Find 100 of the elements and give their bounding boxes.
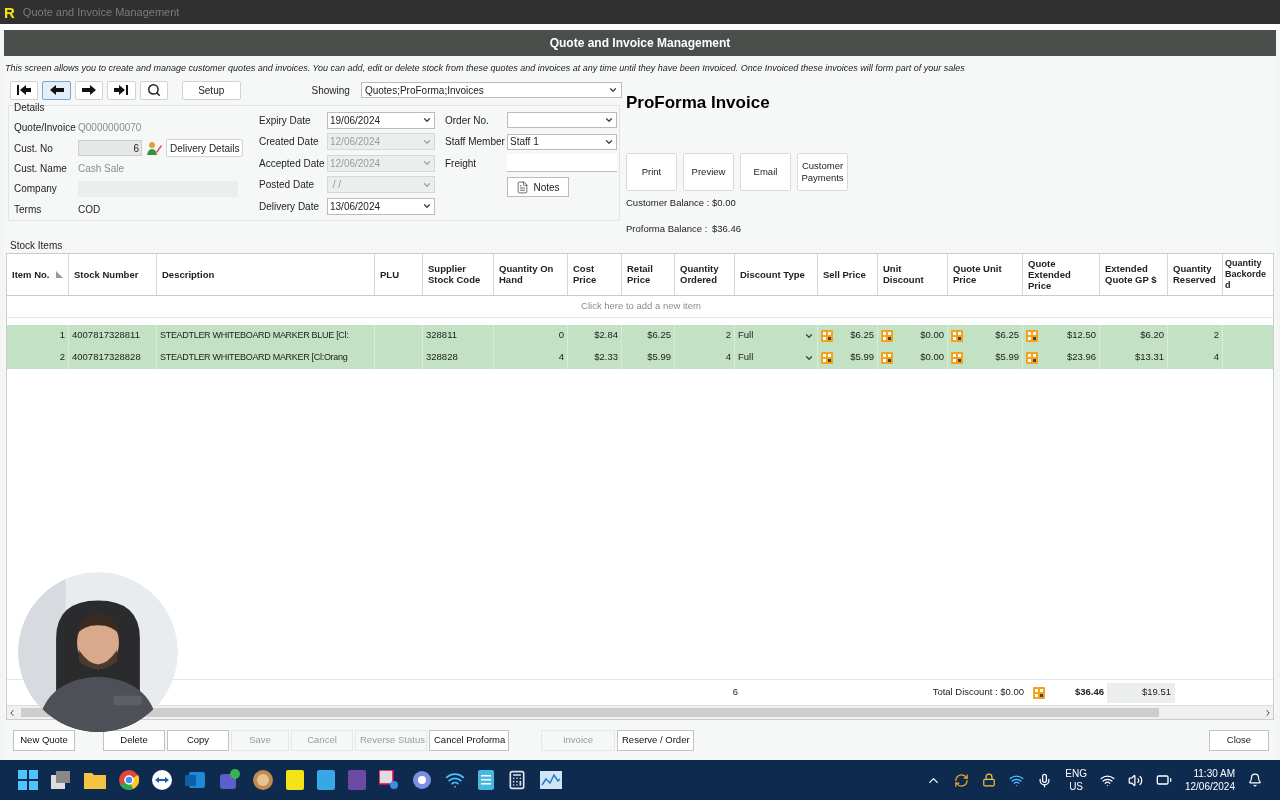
column-header[interactable]: Stock Number [69,253,157,295]
field-label: Company [14,182,58,197]
first-record-icon [16,84,33,96]
wifi-icon[interactable] [1009,772,1025,788]
mail-app-icon[interactable] [185,770,205,790]
column-header[interactable]: Cost Price [568,253,622,295]
showing-dropdown[interactable]: Quotes;ProForma;Invoices [360,82,622,98]
action-button[interactable]: Print [626,153,677,191]
window-title: Quote and Invoice Management [22,4,180,20]
field-label: Quote/Invoice [14,121,77,136]
calculator-app-icon[interactable] [507,770,527,790]
freight-field[interactable] [507,154,617,173]
wifi-app-icon[interactable] [445,770,465,790]
dropdown-field[interactable] [507,112,617,129]
column-header[interactable]: Extended Quote GP $ [1100,253,1168,295]
column-header[interactable]: Quantity Reserved [1168,253,1223,295]
column-header[interactable]: Supplier Stock Code [423,253,494,295]
calculator-icon[interactable] [1033,686,1045,699]
field-label: Order No. [445,113,490,128]
footer-button[interactable]: Cancel Proforma [429,729,509,751]
calculator-icon[interactable] [881,329,893,342]
column-header[interactable]: Item No. [7,253,69,295]
browser-icon[interactable] [119,770,139,790]
task-view-icon[interactable] [51,771,71,789]
add-item-row[interactable]: Click here to add a new item [7,295,1273,318]
action-button[interactable]: Email [740,153,791,191]
snipping-tool-icon[interactable] [379,770,399,790]
balance-label: Customer Balance : [626,196,711,210]
document-title: ProForma Invoice [626,91,771,114]
column-header[interactable]: PLU [375,253,423,295]
total-quantity: 6 [731,685,739,700]
footer-button[interactable]: Reserve / Order [617,729,694,751]
folder-icon[interactable] [84,771,106,789]
customer-lookup-icon[interactable] [146,140,162,157]
notepad-icon[interactable] [478,770,494,790]
column-header[interactable]: Quantity On Hand [494,253,568,295]
table-cell: 4007817328828 [69,346,157,369]
horizontal-scrollbar[interactable] [7,705,1273,719]
nav-button[interactable] [139,80,168,100]
language-indicator[interactable]: ENG US [1065,767,1087,793]
column-header[interactable]: Discount Type [735,253,818,295]
field-label: Expiry Date [259,113,312,128]
table-cell: Full [735,346,818,369]
nav-button[interactable] [74,80,104,100]
column-header[interactable]: Quote Unit Price [948,253,1023,295]
date-dropdown[interactable]: 19/06/2024 [327,111,435,129]
calculator-icon[interactable] [881,351,893,364]
monitor-chart-icon[interactable] [540,771,562,789]
sync-icon[interactable] [954,772,970,788]
notes-button[interactable]: Notes [507,177,569,197]
footer-button[interactable]: Delete [103,729,165,751]
column-header[interactable]: Quantity Backorde d [1223,253,1273,295]
field-label: Posted Date [259,178,316,193]
microphone-icon[interactable] [1037,772,1053,788]
table-cell: $6.25 [622,324,675,347]
scroll-right-icon[interactable] [1263,707,1273,718]
battery-icon[interactable] [1155,772,1172,788]
table-cell: $6.25 [818,324,878,347]
details-heading: Details [14,100,45,115]
column-header[interactable]: Unit Discount [878,253,948,295]
footer-button[interactable]: Copy [167,729,229,751]
remote-desktop-icon[interactable] [152,770,172,790]
stock-item-row[interactable]: 2 4007817328828 STEADTLER WHITEBOARD MARKER [Cl:Orang 328828 4 $2.33 $5.99 4 Full $5.99 $0.00 $5.99 $23.96 $13.31 4 [7,346,1273,369]
nav-button[interactable] [42,80,71,100]
column-header[interactable]: Quote Extended Price [1023,253,1100,295]
column-header[interactable]: Description [157,253,375,295]
dropdown-field[interactable]: Staff 1 [507,133,617,150]
column-header[interactable]: Retail Price [622,253,675,295]
column-header[interactable]: Sell Price [818,253,878,295]
network-icon[interactable] [1099,772,1115,788]
chat-app-icon[interactable] [218,769,240,791]
calculator-icon[interactable] [1026,329,1038,342]
calculator-icon[interactable] [1026,351,1038,364]
setup-button[interactable]: Setup [181,80,241,100]
nav-button[interactable] [107,80,136,100]
action-button[interactable]: Preview [683,153,734,191]
field-label: Terms [14,202,43,217]
volume-icon[interactable] [1127,772,1143,788]
app-logo: R [4,4,15,20]
start-icon[interactable] [18,770,38,790]
action-button[interactable]: Customer Payments [797,153,848,191]
field-value: Q0000000070 [78,121,142,136]
notification-icon[interactable] [1248,773,1262,787]
close-button[interactable]: Close [1209,729,1269,751]
calculator-icon[interactable] [821,351,833,364]
stock-items-heading: Stock Items [10,238,64,253]
nav-button[interactable] [10,80,39,100]
lock-icon[interactable] [982,773,997,787]
stock-item-row[interactable]: 1 4007817328811 STEADTLER WHITEBOARD MARKER BLUE [Cl: 328811 0 $2.84 $6.25 2 Full $6.25 $0.00 $6.25 $12.50 $6.20 2 [7,324,1273,347]
calculator-icon[interactable] [951,351,963,364]
column-header[interactable]: Quantity Ordered [675,253,735,295]
calculator-icon[interactable] [821,329,833,342]
field-label: Delivery Date [259,199,321,214]
clock[interactable]: 11:30 AM 12/06/2024 [1184,767,1235,793]
scroll-left-icon[interactable] [7,707,17,718]
footer-button[interactable]: New Quote [13,729,75,751]
total-extended-gp: $19.51 [1107,682,1175,703]
document-icon [516,180,530,194]
calculator-icon[interactable] [951,329,963,342]
date-dropdown[interactable]: 13/06/2024 [327,197,435,215]
